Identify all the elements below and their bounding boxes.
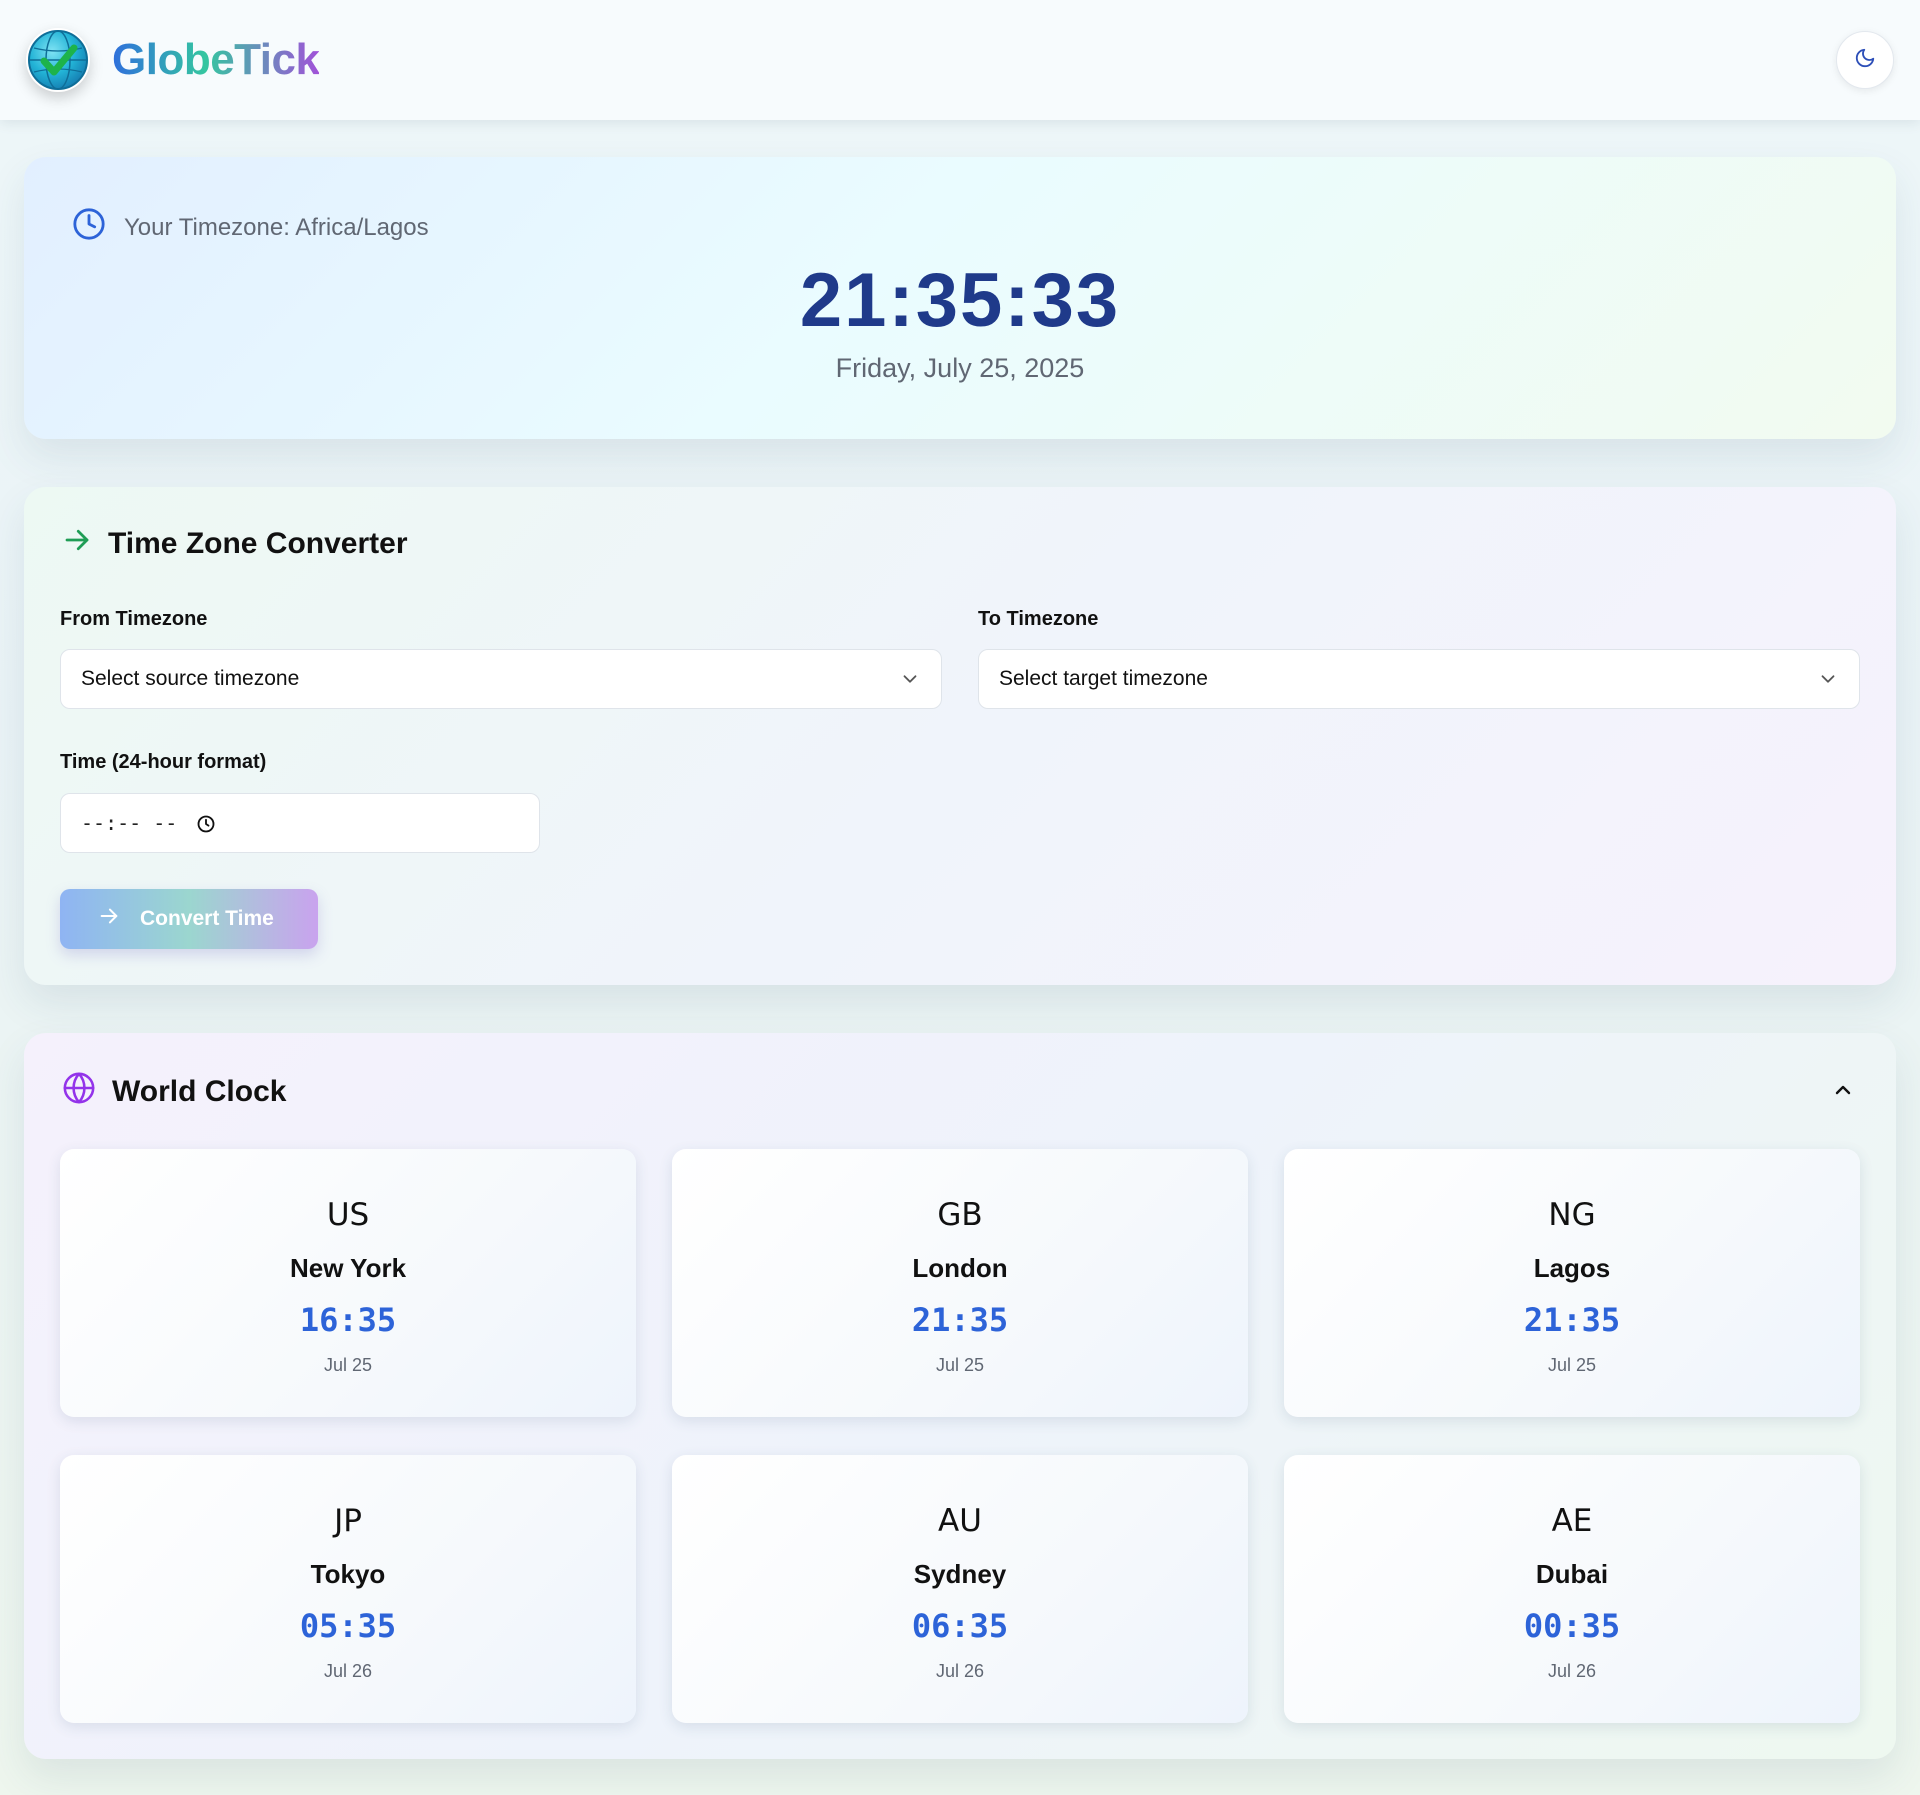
to-timezone-select[interactable]: Select target timezone (978, 649, 1860, 709)
current-date: Friday, July 25, 2025 (835, 353, 1085, 383)
converter-card: Time Zone Converter From Timezone Select… (24, 487, 1896, 985)
collapse-button[interactable] (1828, 1077, 1858, 1107)
city-time: 06:35 (911, 1607, 1009, 1645)
app-header: GlobeTick (0, 0, 1920, 120)
chevron-down-icon (1817, 668, 1839, 696)
globe-check-icon[interactable] (26, 28, 90, 92)
city-time: 16:35 (299, 1301, 397, 1339)
time-input-value: --:-- -- (81, 811, 178, 835)
converter-title: Time Zone Converter (108, 527, 408, 560)
globe-icon (62, 1071, 96, 1113)
theme-toggle-button[interactable] (1836, 31, 1894, 89)
city-card-tokyo[interactable]: JP Tokyo 05:35 Jul 26 (60, 1455, 636, 1723)
chevron-down-icon (899, 668, 921, 696)
country-code: US (326, 1197, 370, 1233)
city-card-london[interactable]: GB London 21:35 Jul 25 (672, 1149, 1248, 1417)
clock-icon[interactable] (196, 814, 216, 839)
timezone-label: Your Timezone: Africa/Lagos (124, 213, 429, 241)
world-clock-heading: World Clock (62, 1071, 286, 1113)
converter-heading: Time Zone Converter (62, 525, 408, 563)
city-time: 00:35 (1523, 1607, 1621, 1645)
city-name: London (912, 1253, 1008, 1283)
city-name: Lagos (1533, 1253, 1611, 1283)
city-card-sydney[interactable]: AU Sydney 06:35 Jul 26 (672, 1455, 1248, 1723)
city-name: Dubai (1535, 1559, 1609, 1589)
chevron-up-icon (1831, 1078, 1855, 1107)
city-time: 05:35 (299, 1607, 397, 1645)
country-code: AU (938, 1503, 982, 1539)
city-date: Jul 26 (1547, 1661, 1597, 1681)
city-name: New York (289, 1253, 407, 1283)
city-card-new-york[interactable]: US New York 16:35 Jul 25 (60, 1149, 636, 1417)
city-time: 21:35 (911, 1301, 1009, 1339)
city-card-dubai[interactable]: AE Dubai 00:35 Jul 26 (1284, 1455, 1860, 1723)
from-timezone-value: Select source timezone (81, 667, 300, 690)
to-timezone-label: To Timezone (978, 608, 1099, 630)
city-time: 21:35 (1523, 1301, 1621, 1339)
city-name: Tokyo (310, 1559, 386, 1589)
time-format-label: Time (24-hour format) (60, 751, 267, 773)
arrow-right-icon (98, 905, 120, 933)
country-code: GB (937, 1197, 983, 1233)
world-clock-title: World Clock (112, 1075, 287, 1108)
timezone-line: Your Timezone: Africa/Lagos (72, 207, 429, 248)
to-timezone-value: Select target timezone (999, 667, 1208, 690)
moon-icon (1854, 47, 1876, 74)
city-name: Sydney (913, 1559, 1007, 1589)
from-timezone-select[interactable]: Select source timezone (60, 649, 942, 709)
current-time-card: Your Timezone: Africa/Lagos 21:35:33 Fri… (24, 157, 1896, 439)
country-code: JP (334, 1503, 362, 1539)
city-date: Jul 25 (323, 1355, 373, 1375)
country-code: NG (1548, 1197, 1596, 1233)
clock-icon (72, 207, 106, 248)
city-date: Jul 25 (1547, 1355, 1597, 1375)
city-card-lagos[interactable]: NG Lagos 21:35 Jul 25 (1284, 1149, 1860, 1417)
city-date: Jul 26 (323, 1661, 373, 1681)
convert-time-label: Convert Time (140, 907, 274, 930)
from-timezone-label: From Timezone (60, 608, 208, 630)
world-clock-card: World Clock US New York 16:35 Jul 25 GB … (24, 1033, 1896, 1759)
time-input[interactable]: --:-- -- (60, 793, 540, 853)
current-time: 21:35:33 (799, 258, 1121, 343)
arrow-right-icon (62, 525, 92, 563)
city-date: Jul 26 (935, 1661, 985, 1681)
country-code: AE (1551, 1503, 1593, 1539)
city-date: Jul 25 (935, 1355, 985, 1375)
convert-time-button[interactable]: Convert Time (60, 889, 318, 949)
brand-title: GlobeTick (112, 35, 320, 84)
